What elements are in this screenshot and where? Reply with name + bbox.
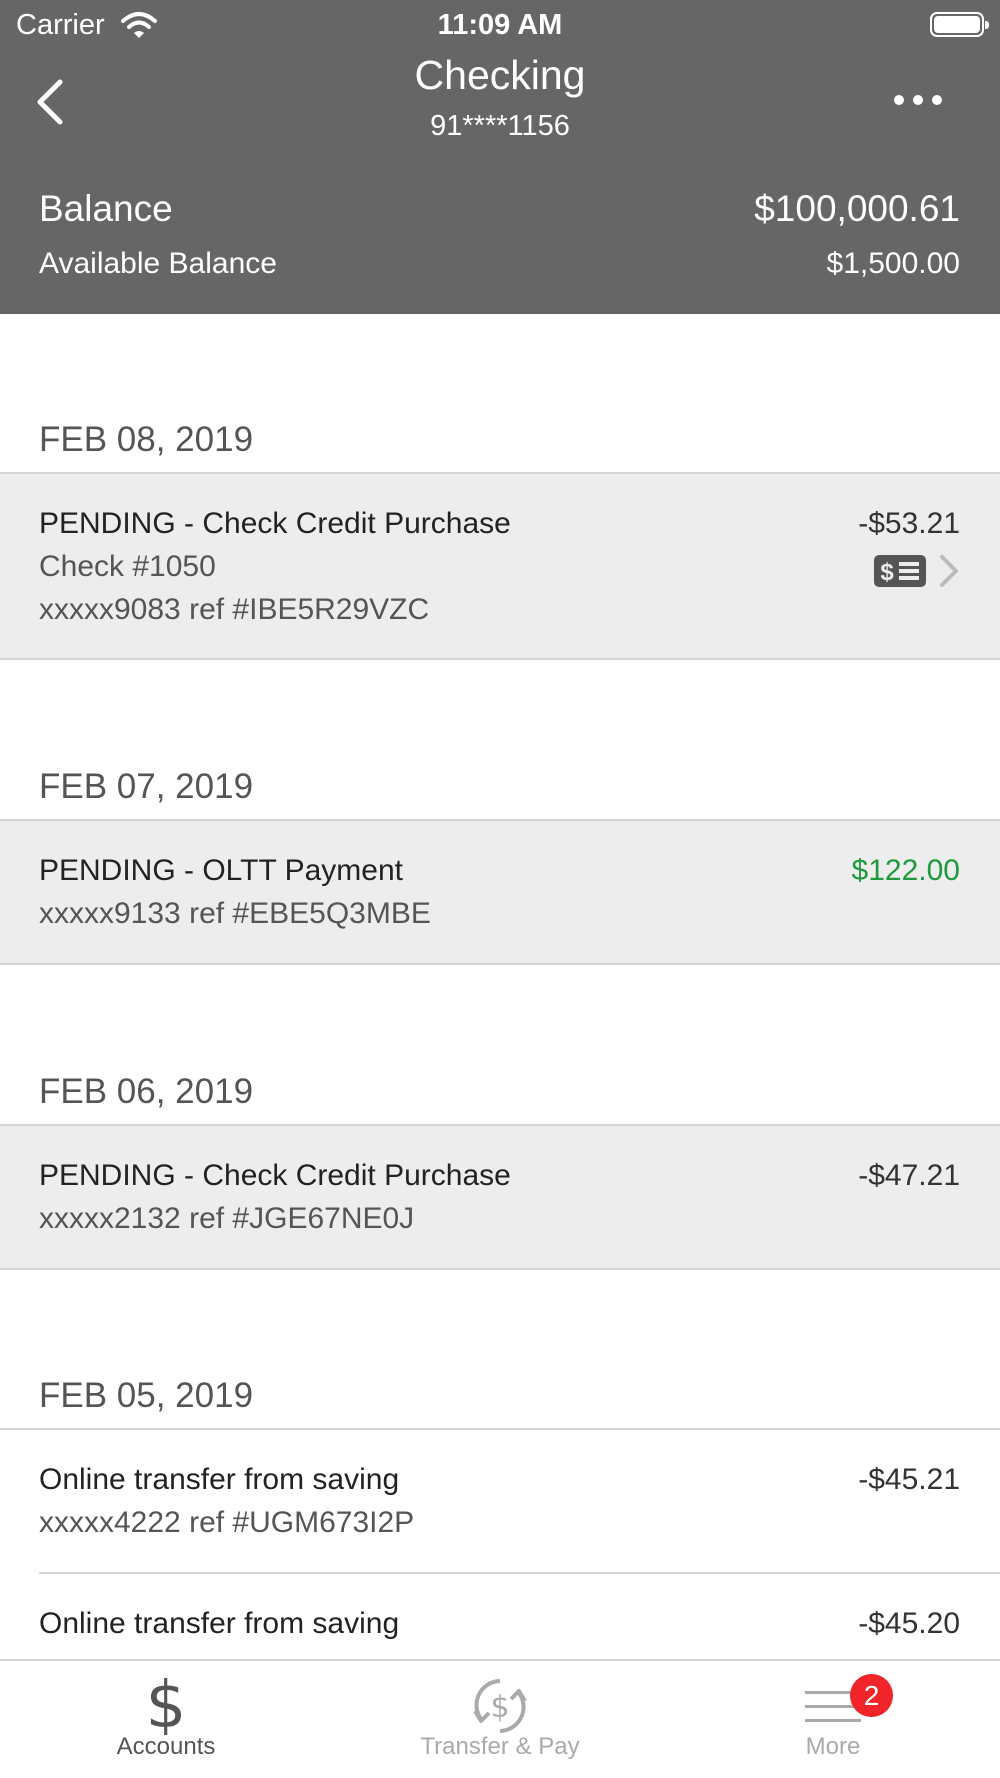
transaction-reference: xxxxx9133 ref #EBE5Q3MBE bbox=[39, 897, 431, 930]
date-header: FEB 06, 2019 bbox=[39, 1072, 254, 1111]
transaction-description: Online transfer from saving bbox=[39, 1607, 400, 1640]
tab-more[interactable]: 2 More bbox=[733, 1661, 933, 1778]
transaction-check-number: Check #1050 bbox=[39, 550, 216, 583]
chevron-right-icon bbox=[940, 555, 958, 587]
date-header: FEB 08, 2019 bbox=[39, 420, 254, 459]
transaction-description: PENDING - Check Credit Purchase bbox=[39, 507, 511, 540]
transaction-row[interactable]: PENDING - OLTT Payment xxxxx9133 ref #EB… bbox=[0, 821, 1000, 963]
status-bar: Carrier 11:09 AM bbox=[0, 0, 1000, 50]
tab-transfer-pay[interactable]: $ Transfer & Pay bbox=[380, 1661, 620, 1778]
transaction-description: PENDING - OLTT Payment bbox=[39, 854, 403, 887]
notification-badge: 2 bbox=[850, 1674, 893, 1717]
tab-accounts[interactable]: $ Accounts bbox=[66, 1661, 266, 1778]
tab-label: Transfer & Pay bbox=[420, 1733, 580, 1760]
transfer-pay-icon: $ bbox=[473, 1679, 527, 1733]
check-image-icon[interactable]: $ bbox=[873, 554, 927, 588]
page-title: Checking bbox=[414, 52, 586, 98]
date-header: FEB 05, 2019 bbox=[39, 1376, 254, 1415]
transaction-row[interactable]: Online transfer from saving -$45.20 bbox=[0, 1574, 1000, 1659]
transaction-description: Online transfer from saving bbox=[39, 1463, 400, 1496]
balance-value: $100,000.61 bbox=[754, 188, 960, 229]
transaction-amount: -$45.20 bbox=[858, 1607, 960, 1640]
tab-label: Accounts bbox=[116, 1733, 216, 1760]
transaction-reference: xxxxx4222 ref #UGM673I2P bbox=[39, 1506, 415, 1539]
transaction-description: PENDING - Check Credit Purchase bbox=[39, 1159, 511, 1192]
available-balance-label: Available Balance bbox=[39, 247, 277, 280]
divider bbox=[0, 1268, 1000, 1270]
status-time: 11:09 AM bbox=[437, 9, 563, 41]
svg-text:$: $ bbox=[490, 1690, 509, 1725]
transaction-reference: xxxxx9083 ref #IBE5R29VZC bbox=[39, 593, 430, 626]
transaction-reference: xxxxx2132 ref #JGE67NE0J bbox=[39, 1202, 415, 1235]
tab-bar: $ Accounts $ Transfer & Pay 2 More bbox=[0, 1659, 1000, 1778]
transaction-amount: -$45.21 bbox=[858, 1463, 960, 1496]
transaction-amount: $122.00 bbox=[851, 854, 960, 887]
battery-icon bbox=[930, 12, 989, 37]
available-balance-value: $1,500.00 bbox=[826, 247, 960, 280]
transaction-row[interactable]: PENDING - Check Credit Purchase Check #1… bbox=[0, 474, 1000, 658]
divider bbox=[0, 658, 1000, 660]
account-number: 91****1156 bbox=[430, 110, 570, 142]
divider bbox=[0, 963, 1000, 965]
transaction-row[interactable]: Online transfer from saving xxxxx4222 re… bbox=[0, 1430, 1000, 1572]
account-header: Carrier 11:09 AM Checking 91****1156 Bal… bbox=[0, 0, 1000, 314]
date-header: FEB 07, 2019 bbox=[39, 767, 254, 806]
transaction-amount: -$53.21 bbox=[858, 507, 960, 540]
dollar-icon: $ bbox=[146, 1673, 187, 1735]
svg-text:$: $ bbox=[146, 1673, 187, 1735]
more-options-button[interactable] bbox=[880, 80, 956, 120]
transaction-amount: -$47.21 bbox=[858, 1159, 960, 1192]
transaction-row[interactable]: PENDING - Check Credit Purchase xxxxx213… bbox=[0, 1126, 1000, 1268]
tab-label: More bbox=[805, 1733, 861, 1760]
ellipsis-icon bbox=[894, 95, 942, 105]
balance-label: Balance bbox=[39, 188, 173, 229]
svg-text:$: $ bbox=[880, 559, 894, 586]
